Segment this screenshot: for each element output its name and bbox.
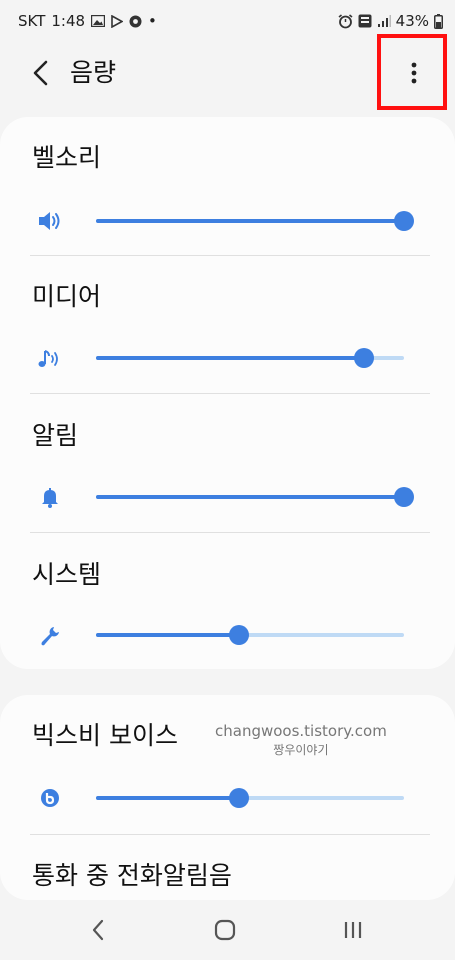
status-right: 43% xyxy=(338,12,443,30)
carrier-label: SKT xyxy=(18,12,46,30)
divider xyxy=(30,532,430,533)
system-label: 시스템 xyxy=(32,560,102,589)
slider-fill xyxy=(96,356,364,360)
speaker-icon[interactable] xyxy=(36,207,64,235)
slider-thumb[interactable] xyxy=(394,487,414,507)
notification-label: 알림 xyxy=(32,421,79,450)
back-button[interactable] xyxy=(24,56,58,90)
bixby-slider[interactable] xyxy=(96,788,404,808)
nav-back-icon xyxy=(92,919,104,941)
media-slider[interactable] xyxy=(96,348,404,368)
status-left: SKT 1:48 • xyxy=(18,12,157,30)
nav-home-icon xyxy=(214,919,236,941)
slider-fill xyxy=(96,219,404,223)
slider-thumb[interactable] xyxy=(229,788,250,808)
divider xyxy=(30,834,430,835)
watermark: changwoos.tistory.com 짱우이야기 xyxy=(215,722,387,760)
watermark-url: changwoos.tistory.com xyxy=(215,722,387,740)
notification-slider[interactable] xyxy=(96,487,414,507)
alarm-icon xyxy=(338,13,353,29)
call-alert-label: 통화 중 전화알림음 xyxy=(32,861,232,890)
media-label: 미디어 xyxy=(32,282,102,311)
navigation-bar xyxy=(0,900,455,960)
chevron-left-icon xyxy=(33,60,48,86)
wrench-icon[interactable] xyxy=(36,622,64,650)
play-store-icon xyxy=(111,14,124,28)
nav-recents-button[interactable] xyxy=(333,915,373,945)
volume-card: 벨소리 미디어 알림 시스템 xyxy=(0,117,455,669)
signal-icon xyxy=(377,14,391,28)
slider-fill xyxy=(96,495,404,499)
gallery-icon xyxy=(91,15,106,27)
divider xyxy=(30,393,430,394)
battery-icon xyxy=(434,13,443,29)
clock: 1:48 xyxy=(51,12,86,30)
5g-icon xyxy=(358,14,372,28)
ringtone-slider[interactable] xyxy=(96,211,414,231)
bixby-icon[interactable] xyxy=(36,784,64,812)
bixby-label: 빅스비 보이스 xyxy=(32,721,178,750)
slider-fill xyxy=(96,796,240,800)
slider-thumb[interactable] xyxy=(394,211,414,231)
chrome-icon xyxy=(129,15,142,28)
bell-icon[interactable] xyxy=(36,483,64,511)
more-vertical-icon xyxy=(411,62,417,84)
ringtone-label: 벨소리 xyxy=(32,143,102,172)
nav-recents-icon xyxy=(344,922,362,938)
app-bar: 음량 xyxy=(0,34,455,110)
battery-percent: 43% xyxy=(395,12,429,30)
slider-thumb[interactable] xyxy=(229,625,250,645)
slider-fill xyxy=(96,633,240,637)
nav-back-button[interactable] xyxy=(78,915,118,945)
divider xyxy=(30,255,430,256)
system-slider[interactable] xyxy=(96,625,404,645)
page-title: 음량 xyxy=(70,58,117,87)
watermark-blog-name: 짱우이야기 xyxy=(273,743,329,757)
slider-thumb[interactable] xyxy=(353,348,374,368)
nav-home-button[interactable] xyxy=(205,915,245,945)
music-note-icon[interactable] xyxy=(36,345,64,373)
more-options-button[interactable] xyxy=(397,56,431,90)
notification-dot: • xyxy=(148,12,157,30)
